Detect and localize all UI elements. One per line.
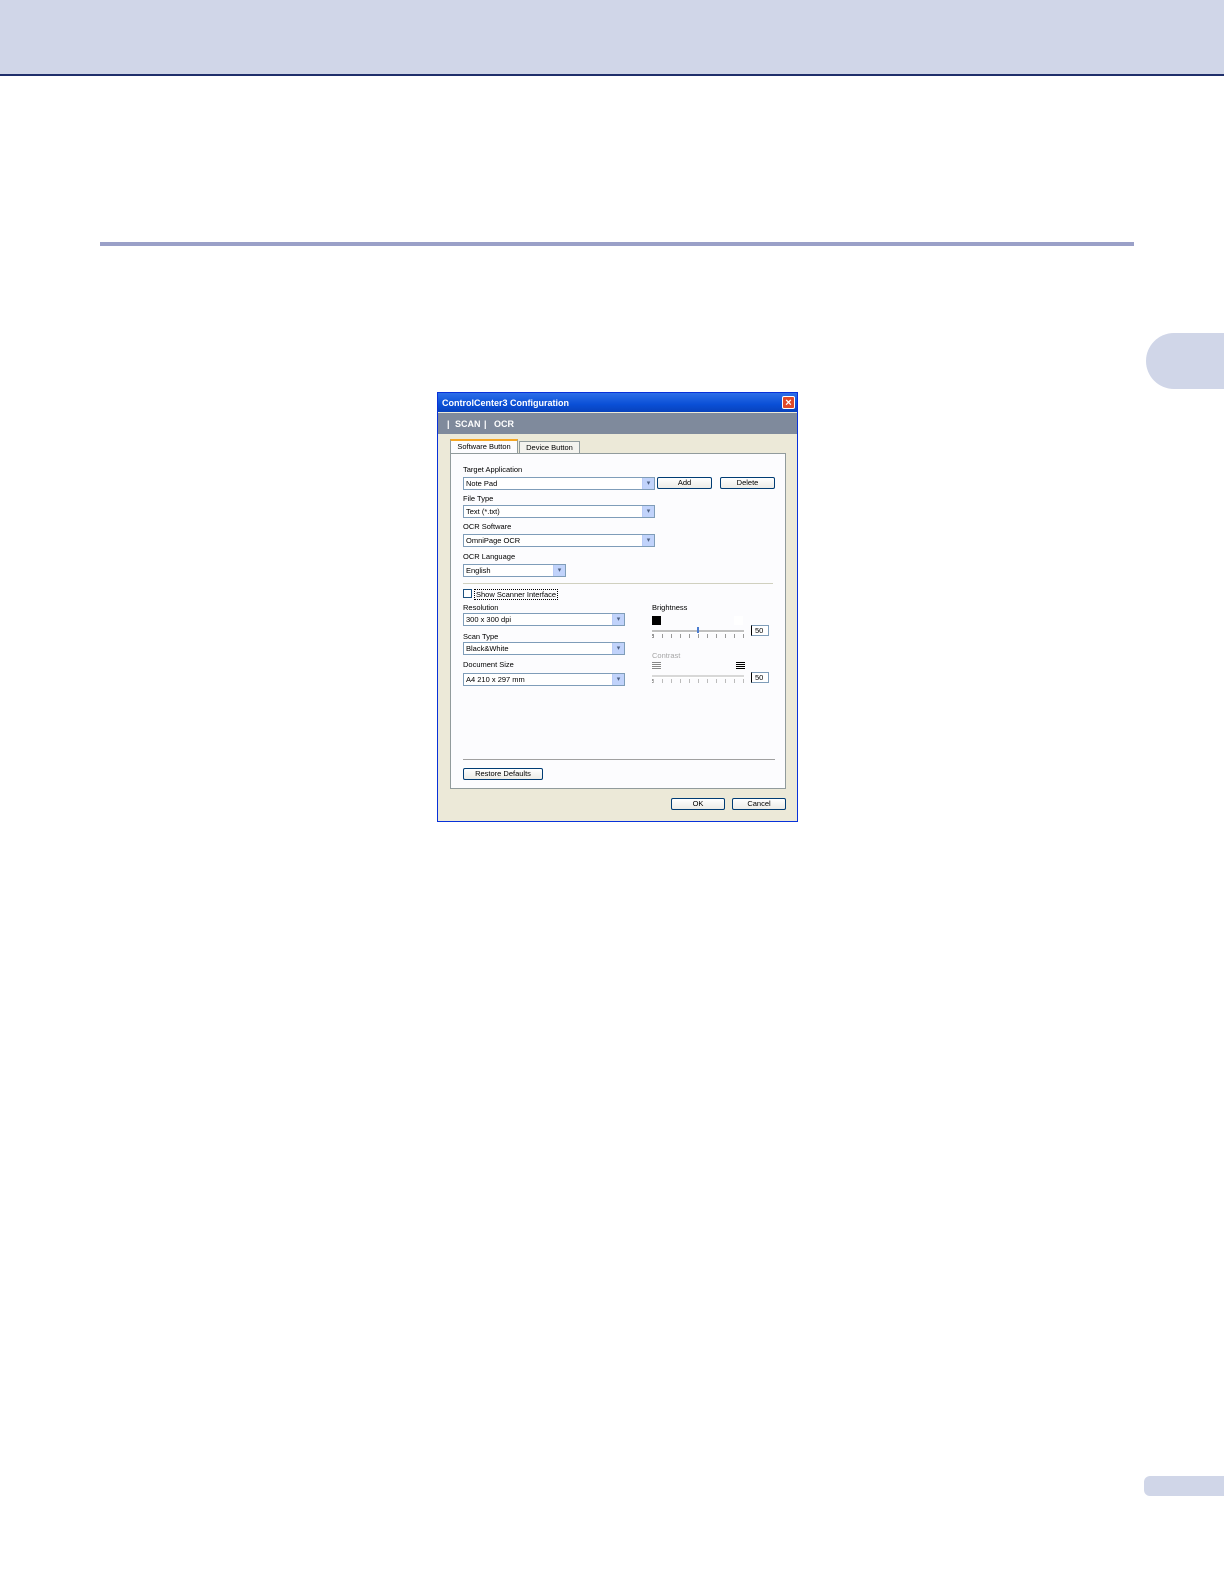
configuration-dialog: ControlCenter3 Configuration × | SCAN | … [437,392,798,822]
restore-defaults-button[interactable]: Restore Defaults [463,768,543,780]
page-number-tab [1144,1476,1224,1496]
chevron-down-icon[interactable]: ▾ [642,478,654,489]
brightness-label: Brightness [652,603,688,612]
nav-separator: | [447,419,450,429]
contrast-slider[interactable] [652,675,744,678]
tab-software-button[interactable]: Software Button [450,439,518,454]
file-type-label: File Type [463,494,494,503]
ocr-software-select[interactable]: OmniPage OCR ▾ [463,534,655,547]
dialog-title: ControlCenter3 Configuration [442,398,569,408]
file-type-select[interactable]: Text (*.txt) ▾ [463,505,655,518]
ocr-language-label: OCR Language [463,552,516,561]
chevron-down-icon[interactable]: ▾ [553,565,565,576]
section-rule [100,242,1134,246]
contrast-value[interactable]: 50 [751,672,769,683]
target-application-select[interactable]: Note Pad ▾ [463,477,655,490]
ocr-software-label: OCR Software [463,522,512,531]
document-size-label: Document Size [463,660,514,669]
nav-ocr[interactable]: OCR [494,419,514,429]
ocr-software-value: OmniPage OCR [466,536,521,545]
dark-square-icon [652,616,661,625]
tab-panel: Target Application Note Pad ▾ Add Delete… [450,453,786,789]
brightness-slider-thumb[interactable] [697,627,699,633]
light-square-icon [734,616,743,625]
show-scanner-interface-label[interactable]: Show Scanner Interface [474,589,559,600]
divider [463,759,775,760]
chevron-down-icon[interactable]: ▾ [642,506,654,517]
chevron-down-icon[interactable]: ▾ [612,643,624,654]
contrast-ticks [652,679,745,683]
page-header-band [0,0,1224,76]
nav-separator: | [484,419,487,429]
high-contrast-icon [736,662,745,670]
low-contrast-icon [652,662,661,670]
divider [463,583,773,584]
section-navbar: | SCAN | OCR [438,413,797,434]
resolution-label: Resolution [463,603,499,612]
add-button[interactable]: Add [657,477,712,489]
target-application-label: Target Application [463,465,523,474]
chevron-down-icon[interactable]: ▾ [612,614,624,625]
chapter-side-tab [1146,333,1224,389]
ocr-language-select[interactable]: English ▾ [463,564,566,577]
scan-type-select[interactable]: Black&White ▾ [463,642,625,655]
contrast-label: Contrast [652,651,681,660]
close-icon[interactable]: × [782,396,795,409]
target-application-value: Note Pad [466,479,498,488]
title-bar[interactable]: ControlCenter3 Configuration × [438,393,797,412]
document-size-select[interactable]: A4 210 x 297 mm ▾ [463,673,625,686]
resolution-select[interactable]: 300 x 300 dpi ▾ [463,613,625,626]
nav-scan[interactable]: SCAN [455,419,481,429]
ocr-language-value: English [466,566,491,575]
brightness-value[interactable]: 50 [751,625,769,636]
show-scanner-interface-checkbox[interactable] [463,589,472,598]
scan-type-label: Scan Type [463,632,499,641]
brightness-ticks [652,634,745,638]
file-type-value: Text (*.txt) [466,507,500,516]
resolution-value: 300 x 300 dpi [466,615,512,624]
chevron-down-icon[interactable]: ▾ [612,674,624,685]
chevron-down-icon[interactable]: ▾ [642,535,654,546]
cancel-button[interactable]: Cancel [732,798,786,810]
delete-button[interactable]: Delete [720,477,775,489]
document-size-value: A4 210 x 297 mm [466,675,525,684]
ok-button[interactable]: OK [671,798,725,810]
scan-type-value: Black&White [466,644,509,653]
